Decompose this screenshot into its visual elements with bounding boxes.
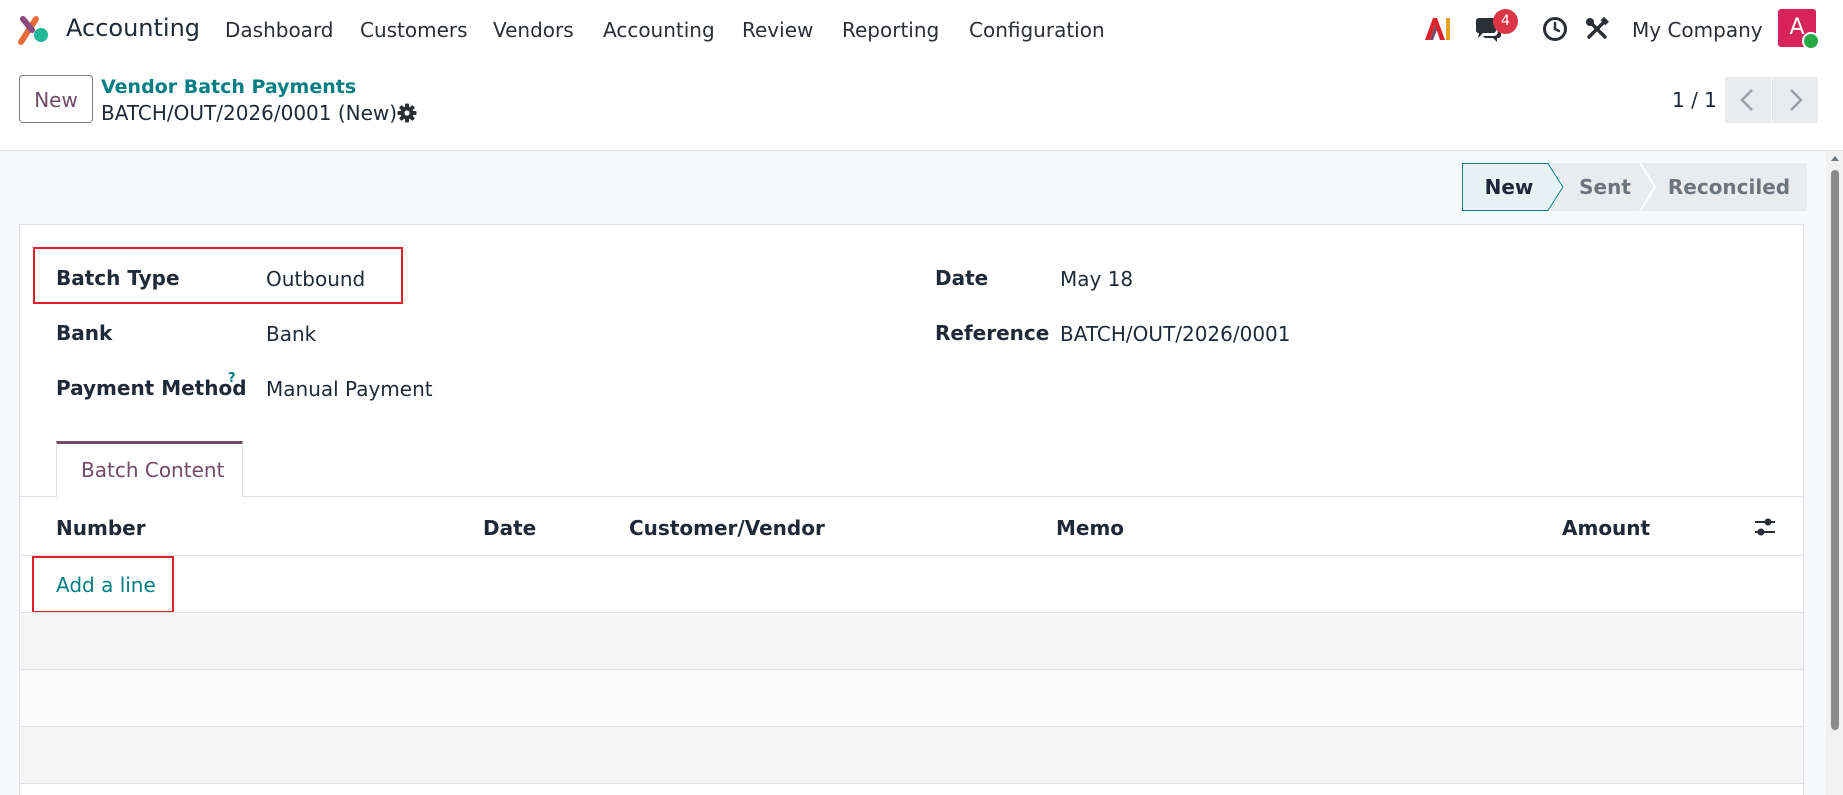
bank-label: Bank [56, 321, 113, 345]
stage-sent[interactable]: Sent [1564, 163, 1646, 211]
breadcrumb-vendor-batch-payments[interactable]: Vendor Batch Payments [101, 76, 356, 98]
column-header-customer-vendor[interactable]: Customer/Vendor [629, 516, 825, 540]
scrollbar-thumb[interactable] [1831, 170, 1839, 730]
app-name[interactable]: Accounting [66, 13, 200, 43]
menu-review[interactable]: Review [742, 18, 813, 42]
ai-icon[interactable] [1424, 16, 1452, 42]
gear-icon[interactable] [397, 103, 417, 123]
menu-vendors[interactable]: Vendors [493, 18, 574, 42]
chevron-right-icon [1790, 89, 1803, 111]
online-status-dot [1802, 32, 1820, 50]
scroll-up-arrow-icon[interactable] [1829, 153, 1841, 163]
payment-method-label: Payment Method [56, 376, 247, 400]
pager-next-button[interactable] [1772, 77, 1818, 123]
tools-icon[interactable] [1585, 17, 1609, 41]
new-record-button[interactable]: New [19, 75, 93, 123]
table-row [20, 727, 1803, 783]
payment-method-field[interactable]: Manual Payment [266, 377, 433, 401]
top-navbar: Accounting Dashboard Customers Vendors A… [0, 0, 1843, 58]
date-field[interactable]: May 18 [1060, 267, 1133, 291]
pager-previous-button[interactable] [1725, 77, 1771, 123]
accounting-app-icon[interactable] [18, 13, 50, 45]
menu-configuration[interactable]: Configuration [969, 18, 1105, 42]
reference-label: Reference [935, 321, 1050, 345]
batch-type-field[interactable]: Outbound [266, 267, 365, 291]
column-header-amount[interactable]: Amount [1562, 516, 1650, 540]
column-header-memo[interactable]: Memo [1056, 516, 1124, 540]
stage-reconciled[interactable]: Reconciled [1656, 163, 1802, 211]
messages-count-badge: 4 [1493, 9, 1518, 34]
record-title: BATCH/OUT/2026/0001 (New) [101, 101, 398, 125]
table-row-divider [19, 783, 1804, 784]
table-row [20, 670, 1803, 726]
add-a-line-link[interactable]: Add a line [56, 573, 156, 597]
reference-field[interactable]: BATCH/OUT/2026/0001 [1060, 322, 1291, 346]
chevron-left-icon [1740, 89, 1753, 111]
payment-method-help-icon[interactable]: ? [228, 371, 236, 386]
column-header-date[interactable]: Date [483, 516, 536, 540]
menu-reporting[interactable]: Reporting [842, 18, 939, 42]
table-row [20, 613, 1803, 669]
date-label: Date [935, 266, 989, 290]
notebook-tab-divider [19, 496, 1804, 497]
stage-new[interactable]: New [1462, 163, 1556, 211]
table-header-divider [19, 555, 1804, 556]
activity-clock-icon[interactable] [1542, 16, 1568, 42]
company-switcher[interactable]: My Company [1632, 18, 1763, 42]
menu-dashboard[interactable]: Dashboard [225, 18, 334, 42]
pager-value[interactable]: 1 / 1 [1672, 88, 1717, 112]
tab-batch-content-label[interactable]: Batch Content [81, 458, 224, 482]
batch-type-label: Batch Type [56, 266, 180, 290]
menu-customers[interactable]: Customers [360, 18, 468, 42]
bank-field[interactable]: Bank [266, 322, 316, 346]
column-header-number[interactable]: Number [56, 516, 146, 540]
optional-columns-toggle-icon[interactable] [1753, 516, 1777, 538]
menu-accounting[interactable]: Accounting [603, 18, 715, 42]
